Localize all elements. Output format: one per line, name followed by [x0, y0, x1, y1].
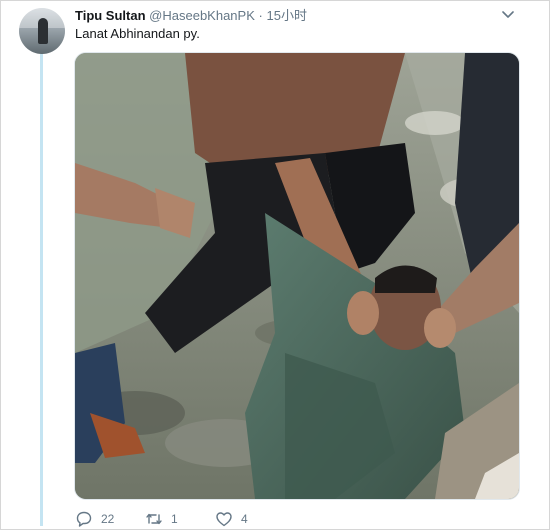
like-count: 4: [241, 512, 248, 526]
avatar-figure: [38, 18, 48, 44]
tweet-text: Lanat Abhinandan py.: [75, 26, 200, 41]
like-button[interactable]: 4: [215, 510, 248, 528]
thread-line: [40, 52, 43, 526]
speech-bubble-icon: [76, 511, 92, 527]
reply-count: 22: [101, 512, 115, 526]
avatar[interactable]: [19, 8, 65, 54]
tweet-actions: 22 1 4: [75, 510, 248, 528]
author-name[interactable]: Tipu Sultan: [75, 8, 146, 23]
chevron-down-icon[interactable]: [500, 6, 516, 22]
tweet-header: Tipu Sultan @HaseebKhanPK · 15小时: [75, 8, 307, 24]
reply-button[interactable]: 22: [75, 510, 145, 528]
retweet-arrows-icon: [146, 513, 162, 525]
retweet-button[interactable]: 1: [145, 510, 215, 528]
tweet-time[interactable]: 15小时: [266, 8, 306, 23]
separator-dot: ·: [258, 8, 263, 23]
tweet-photo[interactable]: [74, 52, 520, 500]
heart-icon: [216, 512, 232, 527]
retweet-count: 1: [171, 512, 178, 526]
photo-scene: [75, 53, 519, 499]
author-handle[interactable]: @HaseebKhanPK: [149, 8, 255, 23]
